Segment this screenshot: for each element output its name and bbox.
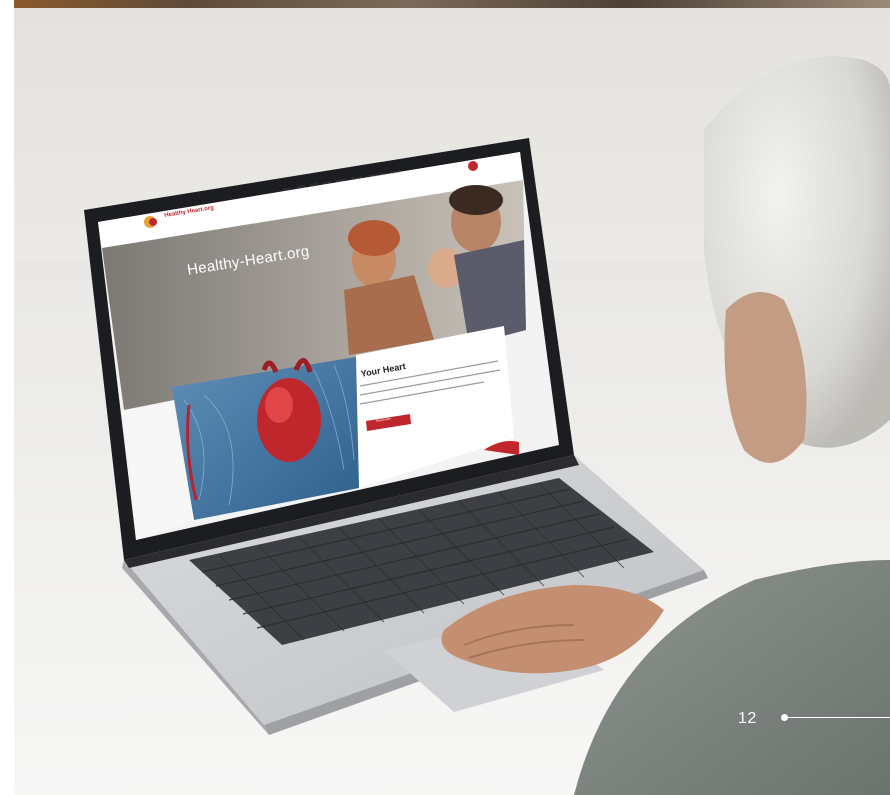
page-number: 12	[738, 710, 757, 727]
laptop-photo: Healthy Heart.org Healthy-Heart.org Your…	[14, 0, 890, 795]
laptop-illustration	[14, 56, 890, 795]
page-indicator-line	[784, 717, 890, 718]
search-icon	[468, 161, 478, 171]
anatomical-heart	[257, 378, 321, 462]
page-margin	[0, 0, 14, 795]
